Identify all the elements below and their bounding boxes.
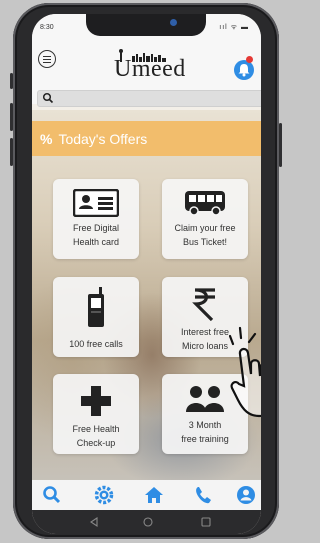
offers-title: % Today's Offers: [40, 131, 147, 147]
recents-square-icon[interactable]: [200, 516, 212, 528]
offer-card-bus-ticket[interactable]: Claim your free Bus Ticket!: [162, 179, 248, 259]
search-input[interactable]: [37, 90, 261, 107]
phone-side-button: [10, 73, 13, 89]
phone-volume-up-button: [10, 103, 13, 131]
menu-button[interactable]: [38, 50, 56, 68]
phone-icon: [88, 287, 104, 327]
home-circle-icon[interactable]: [142, 516, 154, 528]
nav-search-icon[interactable]: [42, 485, 62, 505]
camera-icon: [170, 19, 177, 26]
offer-card-digital-health-card[interactable]: Free Digital Health card: [53, 179, 139, 259]
card-label: 100 free calls: [69, 339, 123, 349]
card-label: 3 Month free training: [181, 420, 229, 444]
notification-button[interactable]: [234, 60, 254, 80]
medical-cross-icon: [81, 386, 111, 416]
nav-home-icon[interactable]: [144, 485, 164, 505]
offer-card-free-calls[interactable]: 100 free calls: [53, 277, 139, 357]
search-icon: [42, 92, 54, 104]
id-card-icon: [73, 189, 119, 217]
offer-card-health-checkup[interactable]: Free Health Check-up: [53, 374, 139, 454]
nav-profile-icon[interactable]: [236, 485, 256, 505]
percent-icon: %: [40, 131, 53, 147]
offers-title-text: Today's Offers: [58, 131, 148, 147]
bottom-nav: [32, 480, 261, 510]
brand-logo: Umeed: [114, 48, 186, 84]
status-time: 8:30: [40, 24, 54, 31]
phone-volume-down-button: [10, 138, 13, 166]
card-label: Free Digital Health card: [72, 223, 120, 247]
tap-hand-icon: [229, 326, 261, 418]
rupee-icon: [192, 288, 215, 321]
bell-icon: [238, 64, 250, 77]
notification-badge: [246, 56, 253, 63]
back-icon[interactable]: [88, 516, 100, 528]
status-icons: ııl ᯤ ▬: [219, 24, 249, 31]
phone-power-button: [279, 123, 282, 167]
app-screen: 8:30 ııl ᯤ ▬ Umeed % Today's Offers Free…: [32, 14, 261, 534]
status-bar: 8:30 ııl ᯤ ▬: [32, 14, 261, 44]
notch: [86, 14, 206, 36]
people-icon: [186, 386, 224, 412]
todays-offers-banner: % Today's Offers: [32, 121, 261, 156]
brand-name: Umeed: [114, 56, 186, 82]
card-label: Claim your free Bus Ticket!: [174, 223, 236, 247]
nav-settings-icon[interactable]: [94, 485, 114, 505]
bus-icon: [185, 191, 225, 216]
card-label: Free Health Check-up: [72, 424, 120, 448]
nav-call-icon[interactable]: [194, 485, 214, 505]
system-nav-bar: [32, 510, 261, 534]
